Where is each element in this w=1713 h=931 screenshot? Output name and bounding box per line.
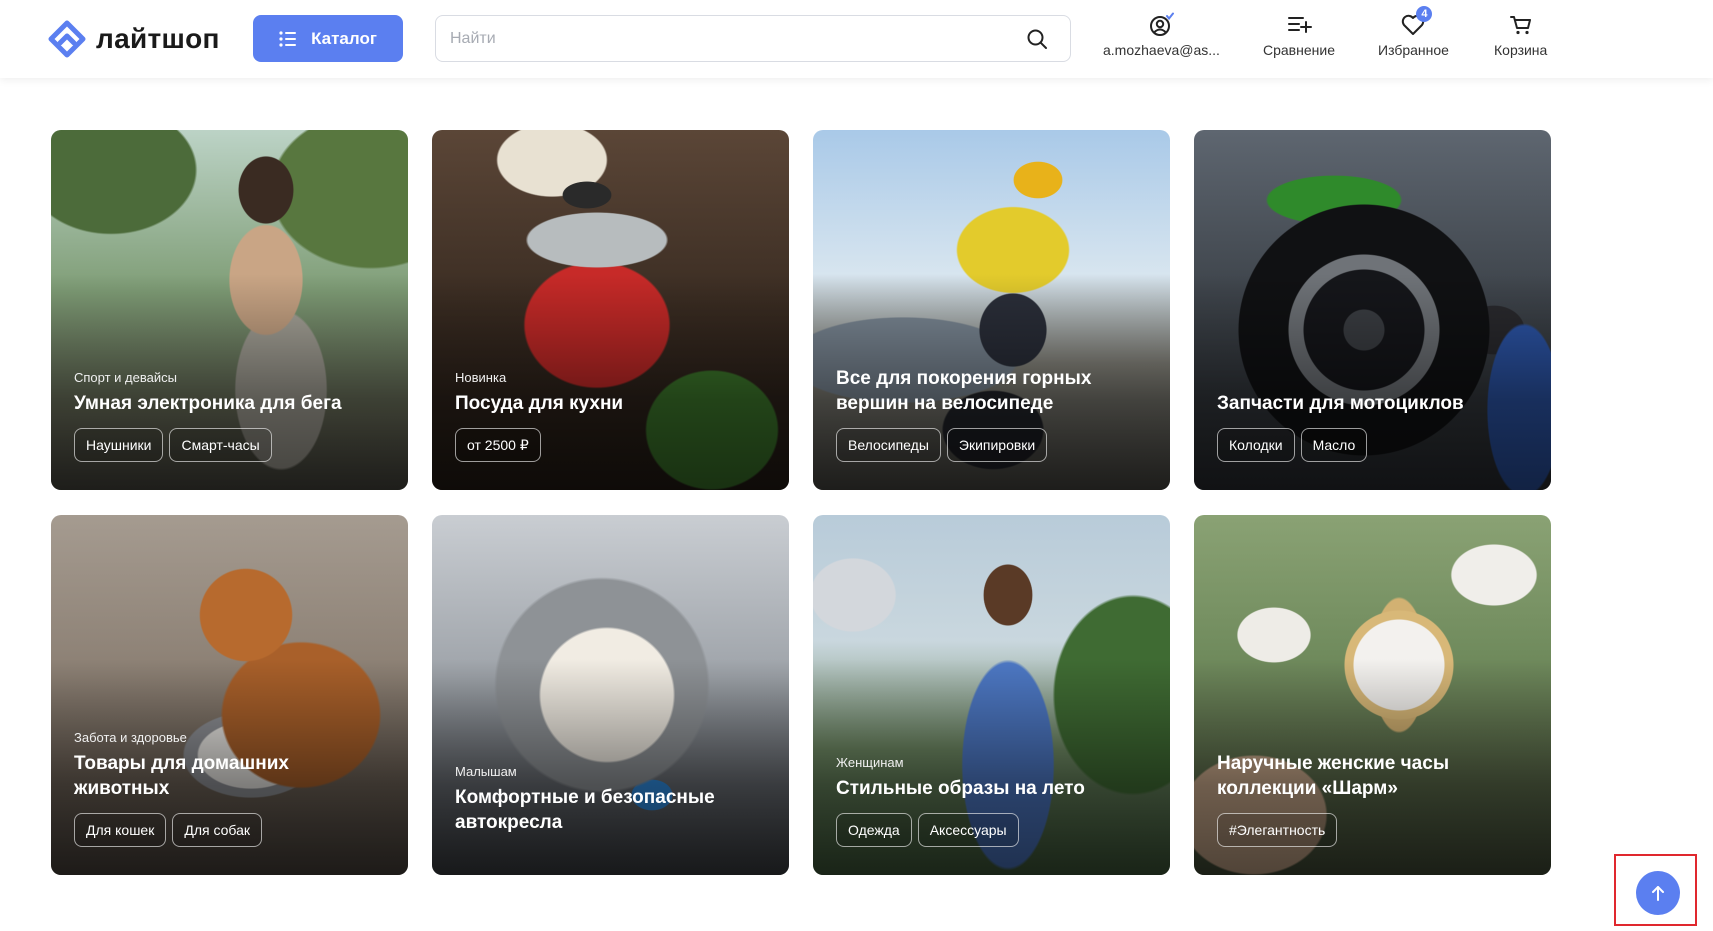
compare-icon xyxy=(1287,17,1312,33)
favorites-count-badge: 4 xyxy=(1416,6,1433,22)
promo-card-moto-parts[interactable]: Запчасти для мотоциклов Колодки Масло xyxy=(1194,130,1551,490)
favorites-label: Избранное xyxy=(1378,42,1449,58)
card-category: Женщинам xyxy=(836,755,904,770)
tag-bicycles[interactable]: Велосипеды xyxy=(836,428,941,462)
cart-label: Корзина xyxy=(1494,42,1548,58)
tag-elegance[interactable]: #Элегантность xyxy=(1217,813,1338,847)
nav-favorites[interactable]: 4 Избранное xyxy=(1378,6,1449,58)
arrow-up-icon xyxy=(1652,886,1664,901)
logo-text: лайтшоп xyxy=(96,23,220,54)
tag-for-cats[interactable]: Для кошек xyxy=(74,813,167,847)
card-title: Умная электроника для бега xyxy=(74,393,342,414)
cart-icon xyxy=(1509,16,1531,35)
account-label: a.mozhaeva@as... xyxy=(1103,42,1220,58)
tag-oil[interactable]: Масло xyxy=(1300,428,1368,462)
tag-for-dogs[interactable]: Для собак xyxy=(172,813,263,847)
promo-card-kitchenware[interactable]: Новинка Посуда для кухни от 2500 ₽ xyxy=(432,130,789,490)
search-icon[interactable] xyxy=(1026,28,1048,50)
scroll-top-button[interactable] xyxy=(1636,871,1680,915)
card-title: Все для покорения горных вершин на велос… xyxy=(836,368,1092,414)
tag-clothing[interactable]: Одежда xyxy=(836,813,912,847)
search-box xyxy=(435,15,1071,62)
tag-headphones[interactable]: Наушники xyxy=(74,428,164,462)
search-input[interactable] xyxy=(450,16,1010,61)
nav-compare[interactable]: Сравнение xyxy=(1263,12,1335,58)
nav-account[interactable]: a.mozhaeva@as... xyxy=(1103,12,1220,58)
card-title: Запчасти для мотоциклов xyxy=(1217,393,1464,414)
card-title: Товары для домашних животных xyxy=(74,753,289,799)
card-title: Комфортные и безопасные автокресла xyxy=(455,787,715,833)
card-category: Малышам xyxy=(455,764,517,779)
card-title: Стильные образы на лето xyxy=(836,778,1085,799)
card-category: Спорт и девайсы xyxy=(74,370,177,385)
logo[interactable]: лайтшоп xyxy=(48,20,220,58)
card-category: Забота и здоровье xyxy=(74,730,187,745)
promo-card-pet-goods[interactable]: Забота и здоровье Товары для домашних жи… xyxy=(51,515,408,875)
catalog-label: Каталог xyxy=(311,28,377,48)
tag-equipment[interactable]: Экипировки xyxy=(946,428,1048,462)
promo-card-mountain-bike[interactable]: Все для покорения горных вершин на велос… xyxy=(813,130,1170,490)
user-icon xyxy=(1150,12,1175,36)
tag-brake-pads[interactable]: Колодки xyxy=(1217,428,1295,462)
promo-card-womens-watches[interactable]: Наручные женские часы коллекции «Шарм» #… xyxy=(1194,515,1551,875)
card-category: Новинка xyxy=(455,370,507,385)
tag-price-from[interactable]: от 2500 ₽ xyxy=(455,428,541,462)
list-icon xyxy=(279,30,297,47)
nav-cart[interactable]: Корзина xyxy=(1494,12,1547,58)
card-title: Посуда для кухни xyxy=(455,393,624,414)
promo-card-running-electronics[interactable]: Спорт и девайсы Умная электроника для бе… xyxy=(51,130,408,490)
catalog-button[interactable]: Каталог xyxy=(253,15,403,62)
promo-card-summer-looks[interactable]: Женщинам Стильные образы на лето Одежда … xyxy=(813,515,1170,875)
tag-smartwatch[interactable]: Смарт-часы xyxy=(169,428,272,462)
logo-icon xyxy=(48,20,86,58)
card-title: Наручные женские часы коллекции «Шарм» xyxy=(1217,753,1450,799)
promo-card-car-seats[interactable]: Малышам Комфортные и безопасные автокрес… xyxy=(432,515,789,875)
tag-accessories[interactable]: Аксессуары xyxy=(917,813,1019,847)
compare-label: Сравнение xyxy=(1263,42,1335,58)
site-header: лайтшоп Каталог a.mozhaeva@as... xyxy=(0,0,1713,78)
